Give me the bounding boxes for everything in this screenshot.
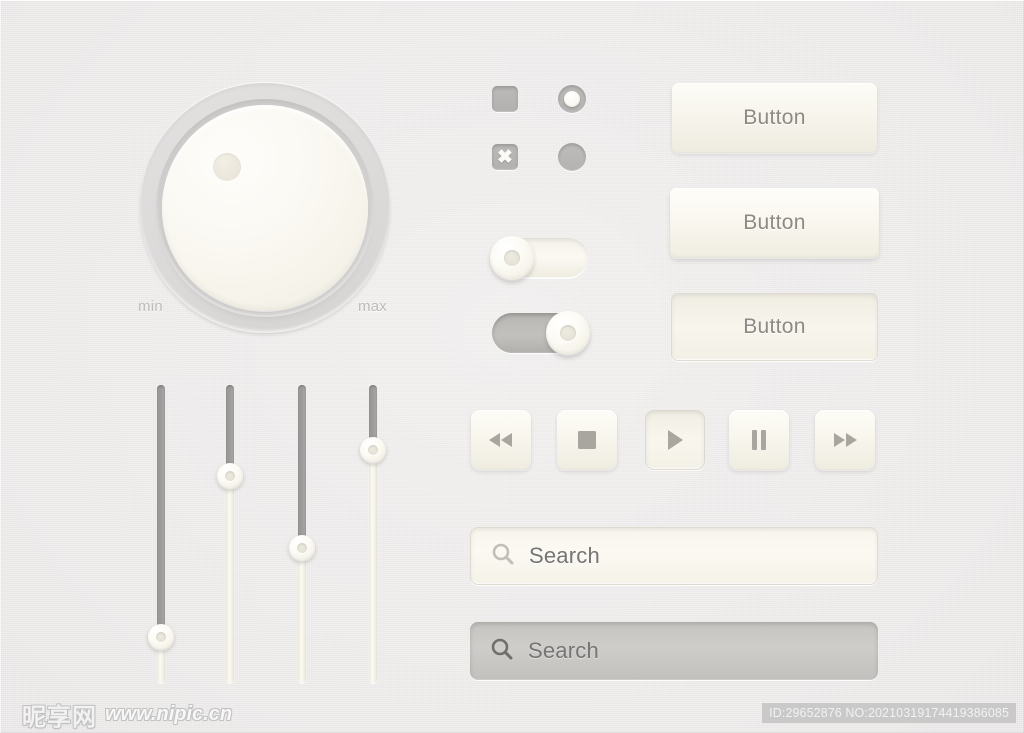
stop-button[interactable]: [557, 410, 617, 470]
checkbox-checked[interactable]: ✖: [492, 144, 518, 170]
toggle-knob[interactable]: [546, 311, 590, 355]
slider-knob[interactable]: [289, 535, 315, 561]
slider-knob[interactable]: [148, 624, 174, 650]
checkbox-unchecked[interactable]: [492, 86, 518, 112]
rewind-icon: [486, 432, 516, 448]
knob-min-label: min: [138, 298, 163, 315]
button-hover[interactable]: Button: [670, 188, 879, 258]
toggle-knob[interactable]: [490, 236, 534, 280]
slider-knob[interactable]: [217, 463, 243, 489]
slider-track-upper[interactable]: [157, 385, 165, 637]
slider-track-lower[interactable]: [226, 476, 234, 683]
radio-dot: [564, 91, 580, 107]
radio-unselected[interactable]: [558, 143, 586, 171]
toggle-on[interactable]: [492, 311, 590, 355]
slider-track-lower[interactable]: [369, 450, 377, 683]
slider-track-lower[interactable]: [298, 548, 306, 683]
button-label: Button: [743, 211, 806, 234]
search-icon: [490, 637, 514, 666]
stop-icon: [576, 429, 598, 451]
button-pressed[interactable]: Button: [671, 293, 878, 361]
search-input[interactable]: [528, 638, 878, 664]
volume-knob[interactable]: [140, 83, 390, 333]
slider-3[interactable]: [289, 385, 315, 683]
slider-track-upper[interactable]: [298, 385, 306, 548]
watermark: 昵享网 www.nipic.cn: [22, 697, 232, 732]
button-label: Button: [743, 315, 806, 338]
toggle-off[interactable]: [490, 236, 588, 280]
search-field-light[interactable]: [470, 527, 878, 585]
slider-knob[interactable]: [360, 437, 386, 463]
fast-forward-button[interactable]: [815, 410, 875, 470]
checkbox-mark: ✖: [497, 146, 513, 168]
fast-forward-icon: [830, 432, 860, 448]
pause-icon: [750, 429, 768, 451]
rewind-button[interactable]: [471, 410, 531, 470]
knob-indicator-dot: [213, 153, 241, 181]
button-default[interactable]: Button: [672, 83, 877, 153]
search-icon: [491, 542, 515, 571]
radio-selected[interactable]: [558, 85, 586, 113]
pause-button[interactable]: [729, 410, 789, 470]
search-input[interactable]: [529, 543, 877, 569]
ui-kit-canvas: min max ✖ Button Button Button Search Se…: [0, 0, 1024, 733]
slider-1[interactable]: [148, 385, 174, 683]
knob-max-label: max: [358, 298, 387, 315]
knob-cap[interactable]: [162, 105, 368, 311]
button-label: Button: [743, 106, 806, 129]
watermark-id: ID:29652876 NO:20210319174419386085: [762, 703, 1016, 723]
play-icon: [665, 429, 685, 451]
checkbox-mark: [492, 86, 518, 112]
watermark-logo-text: 昵享网: [22, 703, 97, 731]
search-field-dark[interactable]: [470, 622, 878, 680]
play-button[interactable]: [645, 410, 705, 470]
watermark-url: www.nipic.cn: [105, 703, 233, 725]
slider-4[interactable]: [360, 385, 386, 683]
slider-2[interactable]: [217, 385, 243, 683]
